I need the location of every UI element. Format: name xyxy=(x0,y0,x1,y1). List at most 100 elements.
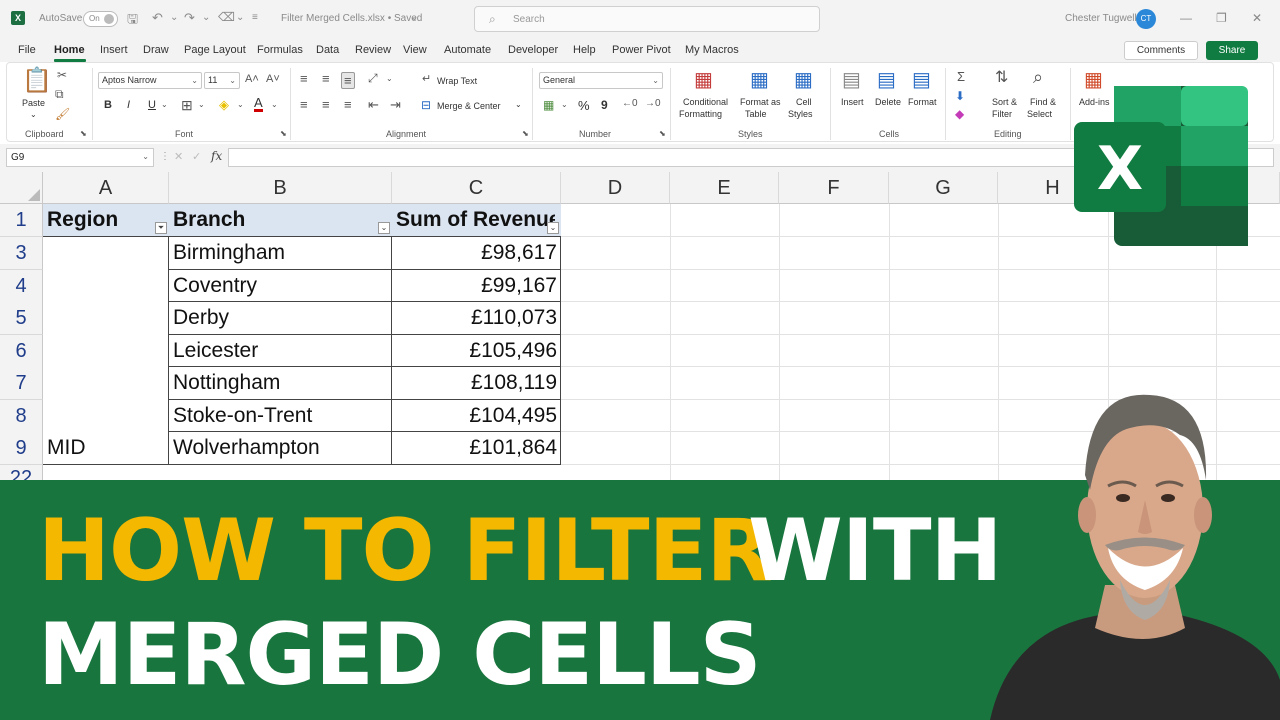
row-header-7[interactable]: 7 xyxy=(0,367,43,400)
column-header-a[interactable]: A xyxy=(43,172,169,204)
accounting-dropdown-icon[interactable]: ⌄ xyxy=(561,101,568,109)
branch-cell[interactable]: Stoke-on-Trent xyxy=(169,400,316,432)
tab-automate[interactable]: Automate xyxy=(444,44,491,56)
insert-cells-icon[interactable]: ▤ xyxy=(842,70,861,90)
header-cell-region[interactable]: Region xyxy=(43,204,122,236)
branch-cell[interactable]: Leicester xyxy=(169,335,262,367)
clear-icon[interactable]: ◆ xyxy=(955,108,964,120)
branch-cell[interactable]: Wolverhampton xyxy=(169,432,324,464)
fill-dropdown-icon[interactable]: ⌄ xyxy=(237,101,244,109)
column-header-f[interactable]: F xyxy=(779,172,889,204)
autosave-toggle[interactable]: On xyxy=(83,11,118,27)
copy-icon[interactable]: ⧉ xyxy=(55,88,64,100)
align-top-icon[interactable]: ≡ xyxy=(300,72,308,85)
font-name-select[interactable]: Aptos Narrow ⌄ xyxy=(98,72,202,89)
align-right-icon[interactable]: ≡ xyxy=(344,98,352,111)
borders-dropdown-icon[interactable]: ⌄ xyxy=(198,101,205,109)
insert-cells-label[interactable]: Insert xyxy=(841,97,864,107)
select-all-corner[interactable] xyxy=(0,172,43,204)
conditional-formatting-label-2[interactable]: Formatting xyxy=(679,109,722,119)
underline-dropdown-icon[interactable]: ⌄ xyxy=(161,101,168,109)
clipboard-launcher-icon[interactable]: ⬊ xyxy=(80,129,87,138)
tab-data[interactable]: Data xyxy=(316,44,339,56)
format-as-table-label-2[interactable]: Table xyxy=(745,109,767,119)
align-left-icon[interactable]: ≡ xyxy=(300,98,308,111)
tab-insert[interactable]: Insert xyxy=(100,44,128,56)
insert-function-button[interactable]: fx xyxy=(211,149,222,163)
row-header-3[interactable]: 3 xyxy=(0,237,43,270)
confirm-entry-icon[interactable]: ✓ xyxy=(192,150,201,163)
restore-icon[interactable]: ❐ xyxy=(1216,11,1227,25)
increase-indent-icon[interactable]: ⇥ xyxy=(390,98,401,111)
close-icon[interactable]: ✕ xyxy=(1252,11,1262,25)
align-center-icon[interactable]: ≡ xyxy=(322,98,330,111)
file-name[interactable]: Filter Merged Cells.xlsx • Saved xyxy=(281,13,422,24)
tab-power-pivot[interactable]: Power Pivot xyxy=(612,44,671,56)
cancel-entry-icon[interactable]: ✕ xyxy=(174,150,183,163)
filter-active-icon[interactable]: ⏷ xyxy=(155,222,167,234)
filename-chevron-icon[interactable]: ⌄ xyxy=(410,12,418,23)
minimize-icon[interactable]: — xyxy=(1180,11,1192,25)
row-header-5[interactable]: 5 xyxy=(0,302,43,335)
filter-dropdown-icon[interactable]: ⌄ xyxy=(547,222,559,234)
delete-cells-label[interactable]: Delete xyxy=(875,97,901,107)
name-box[interactable]: G9 ⌄ xyxy=(6,148,154,167)
column-header-c[interactable]: C xyxy=(392,172,561,204)
paste-label[interactable]: Paste xyxy=(22,98,45,108)
align-bottom-icon[interactable]: ≡ xyxy=(341,72,355,89)
search-box[interactable]: ⌕ Search xyxy=(474,6,820,32)
user-name[interactable]: Chester Tugwell xyxy=(1065,13,1137,24)
chevron-down-icon[interactable]: ⌄ xyxy=(142,152,149,161)
tab-file[interactable]: File xyxy=(18,44,36,56)
column-header-e[interactable]: E xyxy=(670,172,779,204)
borders-icon[interactable]: ⊞ xyxy=(181,98,193,112)
cell-styles-icon[interactable]: ▦ xyxy=(794,70,813,90)
format-cells-label[interactable]: Format xyxy=(908,97,937,107)
revenue-cell[interactable]: £108,119 xyxy=(392,367,561,399)
sort-filter-icon[interactable]: ⇅ xyxy=(995,70,1008,86)
merge-dropdown-icon[interactable]: ⌄ xyxy=(515,100,522,109)
format-as-table-label-1[interactable]: Format as xyxy=(740,97,781,107)
find-select-icon[interactable]: ⌕ xyxy=(1033,68,1043,86)
tab-formulas[interactable]: Formulas xyxy=(257,44,303,56)
merge-center-button[interactable]: Merge & Center xyxy=(437,101,501,111)
cut-icon[interactable]: ✂ xyxy=(57,69,67,81)
alignment-launcher-icon[interactable]: ⬊ xyxy=(522,129,529,138)
qat-dropdown-icon[interactable]: ⌄ xyxy=(236,12,244,23)
row-header-22[interactable]: 22 xyxy=(0,465,43,481)
autosum-icon[interactable]: Σ xyxy=(957,70,965,83)
increase-font-icon[interactable]: A˄ xyxy=(245,74,259,85)
tab-review[interactable]: Review xyxy=(355,44,391,56)
tab-developer[interactable]: Developer xyxy=(508,44,558,56)
tab-my-macros[interactable]: My Macros xyxy=(685,44,739,56)
orientation-dropdown-icon[interactable]: ⌄ xyxy=(386,75,393,83)
tab-view[interactable]: View xyxy=(403,44,427,56)
format-as-table-icon[interactable]: ▦ xyxy=(750,70,769,90)
decrease-font-icon[interactable]: A˅ xyxy=(266,74,280,85)
format-painter-icon[interactable]: 🖌 xyxy=(55,108,70,120)
customize-qat-icon[interactable]: ≡ xyxy=(252,12,258,23)
comma-style-button[interactable]: 9 xyxy=(601,99,608,111)
accounting-format-icon[interactable]: ▦ xyxy=(543,99,554,111)
align-middle-icon[interactable]: ≡ xyxy=(322,72,330,85)
save-icon[interactable]: 🖫 xyxy=(127,10,138,32)
sort-filter-label-1[interactable]: Sort & xyxy=(992,97,1017,107)
row-header-6[interactable]: 6 xyxy=(0,335,43,368)
underline-button[interactable]: U xyxy=(148,100,156,111)
percent-style-button[interactable]: % xyxy=(578,99,590,112)
row-header-8[interactable]: 8 xyxy=(0,400,43,433)
find-select-label-1[interactable]: Find & xyxy=(1030,97,1056,107)
share-button[interactable]: Share xyxy=(1206,41,1258,60)
format-cells-icon[interactable]: ▤ xyxy=(912,70,931,90)
revenue-cell[interactable]: £99,167 xyxy=(392,270,561,302)
delete-cells-icon[interactable]: ▤ xyxy=(877,70,896,90)
header-cell-revenue[interactable]: Sum of Revenue xyxy=(392,204,555,236)
number-launcher-icon[interactable]: ⬊ xyxy=(659,129,666,138)
increase-decimal-icon[interactable]: ←0 xyxy=(622,99,638,109)
branch-cell[interactable]: Coventry xyxy=(169,270,261,302)
font-size-select[interactable]: 11 ⌄ xyxy=(204,72,240,89)
paste-icon[interactable]: 📋 xyxy=(22,69,52,93)
comments-button[interactable]: Comments xyxy=(1124,41,1198,60)
row-header-9[interactable]: 9 xyxy=(0,432,43,465)
revenue-cell[interactable]: £104,495 xyxy=(392,400,561,432)
